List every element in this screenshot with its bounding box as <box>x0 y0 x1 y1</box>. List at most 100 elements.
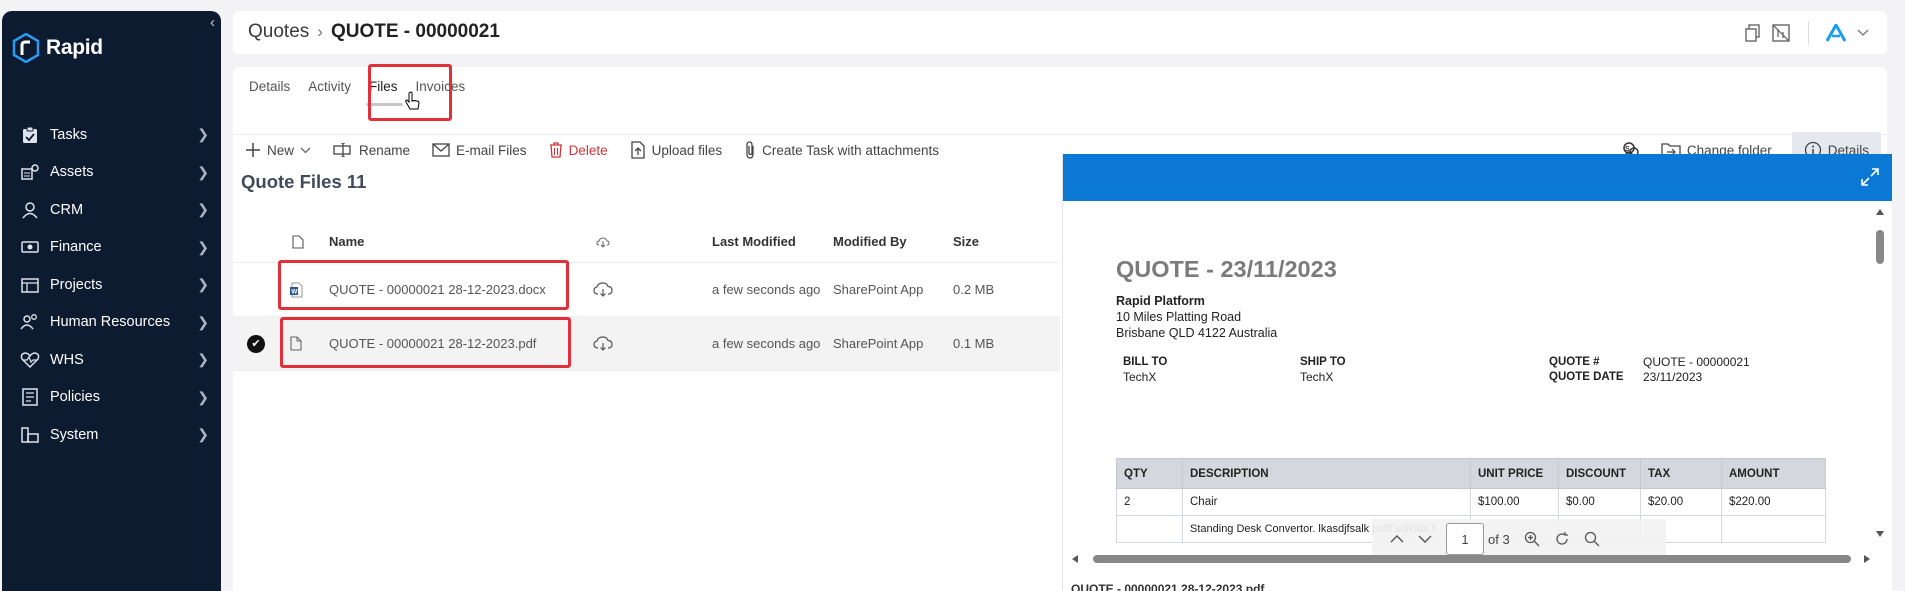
sidebar-item-label: Policies <box>50 389 100 406</box>
copy-icon[interactable] <box>1744 24 1762 42</box>
tab-activity[interactable]: Activity <box>299 79 360 94</box>
scroll-down-arrow-icon[interactable] <box>1876 530 1884 538</box>
rotate-icon[interactable] <box>1554 531 1570 547</box>
column-header-name[interactable]: Name <box>329 234 364 249</box>
bill-to-value: TechX <box>1123 370 1157 384</box>
sidebar-item-tasks[interactable]: Tasks ❯ <box>2 116 221 154</box>
file-name[interactable]: QUOTE - 00000021 28-12-2023.pdf <box>329 336 536 351</box>
cloud-download-icon[interactable] <box>593 335 613 352</box>
sidebar-item-finance[interactable]: Finance ❯ <box>2 229 221 267</box>
cell <box>1116 515 1183 543</box>
company-name: Rapid Platform <box>1116 294 1205 308</box>
ship-to-value: TechX <box>1300 370 1334 384</box>
document-compare-icon[interactable] <box>1772 24 1792 42</box>
zoom-in-icon[interactable] <box>1524 531 1540 547</box>
horizontal-scrollbar[interactable] <box>1072 555 1870 563</box>
clipboard-icon <box>20 126 40 144</box>
new-button-label: New <box>267 142 295 158</box>
email-files-button-label: E-mail Files <box>456 142 527 158</box>
rename-icon <box>333 143 351 157</box>
book-icon <box>20 388 40 406</box>
toolbar: New Rename E-mail Files Delete Upload fi… <box>233 97 1887 168</box>
sidebar-item-whs[interactable]: WHS ❯ <box>2 341 221 379</box>
rename-button-label: Rename <box>359 142 411 158</box>
rename-button[interactable]: Rename <box>333 143 410 158</box>
logo[interactable]: Rapid <box>12 33 103 63</box>
sidebar-item-crm[interactable]: CRM ❯ <box>2 191 221 229</box>
document-preview: QUOTE - 23/11/2023 Rapid Platform 10 Mil… <box>1062 154 1892 591</box>
sidebar-item-system[interactable]: System ❯ <box>2 416 221 454</box>
th-tax: TAX <box>1640 458 1722 489</box>
cloud-download-icon <box>596 236 610 248</box>
tab-details[interactable]: Details <box>240 79 299 94</box>
rapid-logo-icon <box>12 33 40 63</box>
sidebar-item-human-resources[interactable]: Human Resources ❯ <box>2 304 221 342</box>
sidebar-item-label: CRM <box>50 201 84 218</box>
sidebar-item-label: Tasks <box>50 126 88 143</box>
address-line-1: 10 Miles Platting Road <box>1116 310 1242 324</box>
word-doc-icon: W <box>290 282 303 297</box>
collapse-sidebar-button[interactable]: ‹ <box>210 14 215 31</box>
horizontal-scroll-thumb[interactable] <box>1093 555 1851 563</box>
delete-button-label: Delete <box>568 142 608 158</box>
sidebar-item-assets[interactable]: Assets ❯ <box>2 154 221 192</box>
file-icon <box>290 336 302 351</box>
scroll-left-arrow-icon[interactable] <box>1071 555 1079 563</box>
heart-pulse-icon <box>20 351 40 369</box>
sidebar-nav: Tasks ❯ Assets ❯ CRM ❯ Finance ❯ Project… <box>2 116 221 454</box>
cloud-download-icon[interactable] <box>593 281 613 298</box>
table-row[interactable]: ✔ QUOTE - 00000021 28-12-2023.pdf a few … <box>233 317 1060 371</box>
cell: $100.00 <box>1470 488 1559 516</box>
create-task-button-label: Create Task with attachments <box>762 142 939 158</box>
preview-heading: QUOTE - 23/11/2023 <box>1116 256 1337 282</box>
quote-number-label: QUOTE # <box>1549 356 1600 368</box>
column-header-last-modified[interactable]: Last Modified <box>712 234 821 249</box>
column-header-size[interactable]: Size <box>953 234 979 249</box>
assets-icon <box>20 163 40 181</box>
modified-by: SharePoint App <box>833 282 924 297</box>
paperclip-icon <box>746 141 754 159</box>
chevron-up-icon[interactable] <box>1390 534 1404 544</box>
chevron-right-icon: ❯ <box>197 313 209 330</box>
expand-icon[interactable] <box>1860 167 1880 187</box>
chevron-right-icon: ❯ <box>197 238 209 255</box>
th-discount: DISCOUNT <box>1558 458 1641 489</box>
preview-toolbar <box>1063 154 1892 201</box>
mail-icon <box>432 143 450 157</box>
table-row[interactable]: W QUOTE - 00000021 28-12-2023.docx a few… <box>233 263 1060 317</box>
sidebar-item-projects[interactable]: Projects ❯ <box>2 266 221 304</box>
table-header: Name Last Modified Modified By Size <box>233 221 1060 263</box>
vertical-scroll-thumb[interactable] <box>1876 230 1884 264</box>
search-icon[interactable] <box>1584 531 1600 547</box>
tab-files[interactable]: Files <box>360 79 407 106</box>
bill-to-label: BILL TO <box>1123 356 1168 368</box>
chevron-down-icon[interactable] <box>1857 29 1869 37</box>
scroll-up-arrow-icon[interactable] <box>1876 208 1884 216</box>
file-name[interactable]: QUOTE - 00000021 28-12-2023.docx <box>329 282 546 297</box>
toolbar-left: New Rename E-mail Files Delete Upload fi… <box>245 131 939 169</box>
breadcrumb: Quotes › QUOTE - 00000021 <box>248 21 500 43</box>
file-size: 0.1 MB <box>953 336 995 351</box>
page-number-input[interactable]: 1 <box>1446 523 1484 555</box>
email-files-button[interactable]: E-mail Files <box>432 143 527 158</box>
cell: 2 <box>1116 488 1183 516</box>
quote-values: QUOTE - 00000021 23/11/2023 <box>1643 355 1750 385</box>
scroll-right-arrow-icon[interactable] <box>1863 555 1871 563</box>
chevron-down-icon[interactable] <box>1418 534 1432 544</box>
create-task-button[interactable]: Create Task with attachments <box>744 141 939 159</box>
chevron-right-icon: ❯ <box>197 426 209 443</box>
sidebar-item-label: WHS <box>50 351 84 368</box>
bill-to: BILL TO TechX <box>1123 355 1167 385</box>
new-button[interactable]: New <box>245 142 311 158</box>
quote-date-label: QUOTE DATE <box>1549 371 1624 383</box>
breadcrumb-quotes-link[interactable]: Quotes <box>248 21 309 43</box>
upload-files-button[interactable]: Upload files <box>630 141 722 159</box>
brand-a-icon[interactable] <box>1825 24 1847 42</box>
svg-text:S: S <box>1625 146 1630 153</box>
checkmark-icon[interactable]: ✔ <box>247 334 265 353</box>
sidebar-item-policies[interactable]: Policies ❯ <box>2 379 221 417</box>
column-header-modified-by[interactable]: Modified By <box>833 234 907 249</box>
delete-button[interactable]: Delete <box>549 142 608 158</box>
th-unit-price: UNIT PRICE <box>1470 458 1559 489</box>
vertical-scrollbar[interactable] <box>1876 208 1884 538</box>
